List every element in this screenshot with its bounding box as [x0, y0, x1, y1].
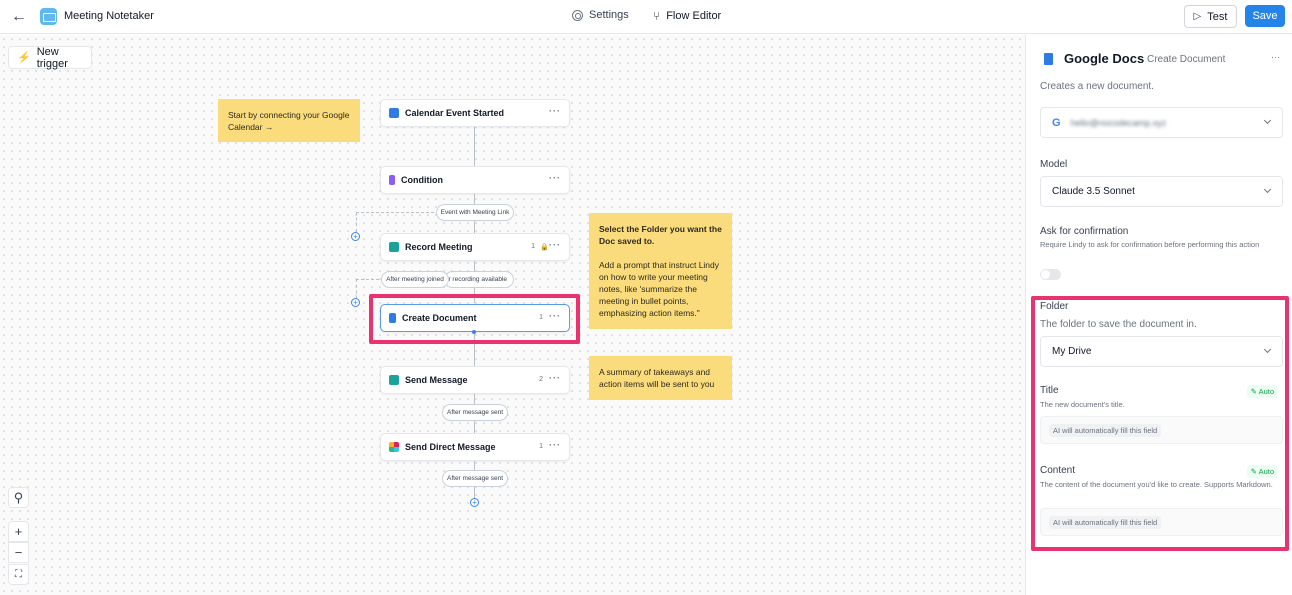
sticky-note-folder[interactable]: Select the Folder you want the Doc saved… — [589, 213, 732, 329]
sticky-heading: Select the Folder you want the Doc saved… — [599, 224, 722, 246]
chevron-down-icon — [1263, 116, 1272, 125]
play-icon: ▷ — [1193, 11, 1202, 22]
node-label: Send Direct Message — [405, 442, 496, 452]
sticky-note-calendar[interactable]: Start by connecting your Google Calendar… — [218, 99, 360, 142]
branch-icon: ⑂ — [653, 9, 661, 23]
connector — [474, 127, 475, 166]
add-step-icon[interactable]: + — [470, 498, 479, 507]
new-trigger-button[interactable]: ⚡ New trigger — [8, 45, 92, 70]
branch-icon — [389, 175, 395, 185]
node-label: Record Meeting — [405, 242, 473, 252]
gear-icon — [572, 9, 583, 21]
sticky-note-summary[interactable]: A summary of takeaways and action items … — [589, 356, 732, 400]
node-count: 2 — [539, 376, 543, 383]
settings-label: Settings — [589, 9, 629, 21]
node-record-meeting[interactable]: Record Meeting 1 🔒 ··· — [380, 233, 570, 261]
highlight-folder-fields — [1031, 296, 1289, 551]
zoom-out-icon[interactable]: − — [8, 542, 29, 563]
bolt-icon: ⚡ — [17, 52, 31, 64]
account-select[interactable]: G hello@nocodecamp.xyz — [1040, 107, 1283, 138]
condition-pill[interactable]: After meeting joined — [381, 271, 449, 288]
more-icon[interactable]: ··· — [1271, 52, 1280, 62]
flow-editor-label: Flow Editor — [666, 10, 722, 22]
more-icon[interactable]: ··· — [549, 440, 561, 450]
app-icon — [40, 8, 57, 25]
app-title: Meeting Notetaker — [64, 10, 154, 22]
node-calendar-event-started[interactable]: Calendar Event Started ··· — [380, 99, 570, 127]
google-docs-icon — [1044, 53, 1053, 65]
more-icon[interactable]: ··· — [549, 173, 561, 183]
condition-pill[interactable]: After message sent — [442, 404, 508, 421]
model-select[interactable]: Claude 3.5 Sonnet — [1040, 176, 1283, 207]
sticky-text: Start by connecting your Google Calendar… — [228, 110, 350, 132]
fit-view-icon[interactable]: ⛶ — [8, 564, 29, 585]
add-step-icon[interactable]: + — [351, 298, 360, 307]
highlight-create-document — [369, 294, 580, 344]
node-count: 1 — [531, 243, 535, 250]
top-bar: ← Meeting Notetaker Settings ⑂ Flow Edit… — [0, 0, 1292, 34]
node-label: Send Message — [405, 375, 468, 385]
condition-pill[interactable]: er recording available — [444, 271, 514, 288]
message-icon — [389, 375, 399, 385]
panel-description: Creates a new document. — [1040, 81, 1154, 92]
calendar-icon — [389, 108, 399, 118]
account-email: hello@nocodecamp.xyz — [1070, 117, 1167, 128]
branch-connector — [356, 279, 357, 299]
test-label: Test — [1207, 10, 1228, 23]
slack-icon — [389, 442, 399, 452]
settings-tab[interactable]: Settings — [572, 9, 629, 21]
back-arrow-icon[interactable]: ← — [10, 8, 28, 26]
confirm-description: Require Lindy to ask for confirmation be… — [1040, 240, 1260, 249]
test-button[interactable]: ▷ Test — [1184, 5, 1237, 28]
model-value: Claude 3.5 Sonnet — [1052, 186, 1135, 197]
more-icon[interactable]: ··· — [549, 373, 561, 383]
node-send-message[interactable]: Send Message 2 ··· — [380, 366, 570, 394]
save-button[interactable]: Save — [1245, 5, 1285, 27]
zoom-in-icon[interactable]: + — [8, 521, 29, 542]
sticky-text: A summary of takeaways and action items … — [599, 367, 715, 389]
node-send-direct-message[interactable]: Send Direct Message 1 ··· — [380, 433, 570, 461]
node-label: Calendar Event Started — [405, 108, 505, 118]
node-label: Condition — [401, 175, 443, 185]
lock-icon: 🔒 — [540, 244, 549, 251]
more-icon[interactable]: ··· — [549, 240, 561, 250]
panel-title: Google Docs — [1064, 51, 1145, 66]
google-icon: G — [1052, 116, 1061, 129]
panel-subtitle: Create Document — [1147, 54, 1226, 65]
chevron-down-icon — [1263, 185, 1272, 194]
condition-pill[interactable]: After message sent — [442, 470, 508, 487]
video-icon — [389, 242, 399, 252]
confirm-label: Ask for confirmation — [1040, 226, 1129, 237]
new-trigger-label: New trigger — [36, 45, 68, 70]
node-count: 1 — [539, 443, 543, 450]
flow-editor-tab[interactable]: ⑂ Flow Editor — [653, 9, 721, 23]
branch-connector — [356, 212, 357, 232]
add-step-icon[interactable]: + — [351, 232, 360, 241]
auto-layout-icon[interactable]: ⚲ — [8, 487, 29, 508]
more-icon[interactable]: ··· — [549, 106, 561, 116]
sticky-text: Add a prompt that instruct Lindy on how … — [599, 260, 720, 318]
condition-pill[interactable]: Event with Meeting Link — [436, 204, 514, 221]
confirm-toggle[interactable] — [1040, 269, 1061, 280]
model-label: Model — [1040, 159, 1068, 170]
node-condition[interactable]: Condition ··· — [380, 166, 570, 194]
